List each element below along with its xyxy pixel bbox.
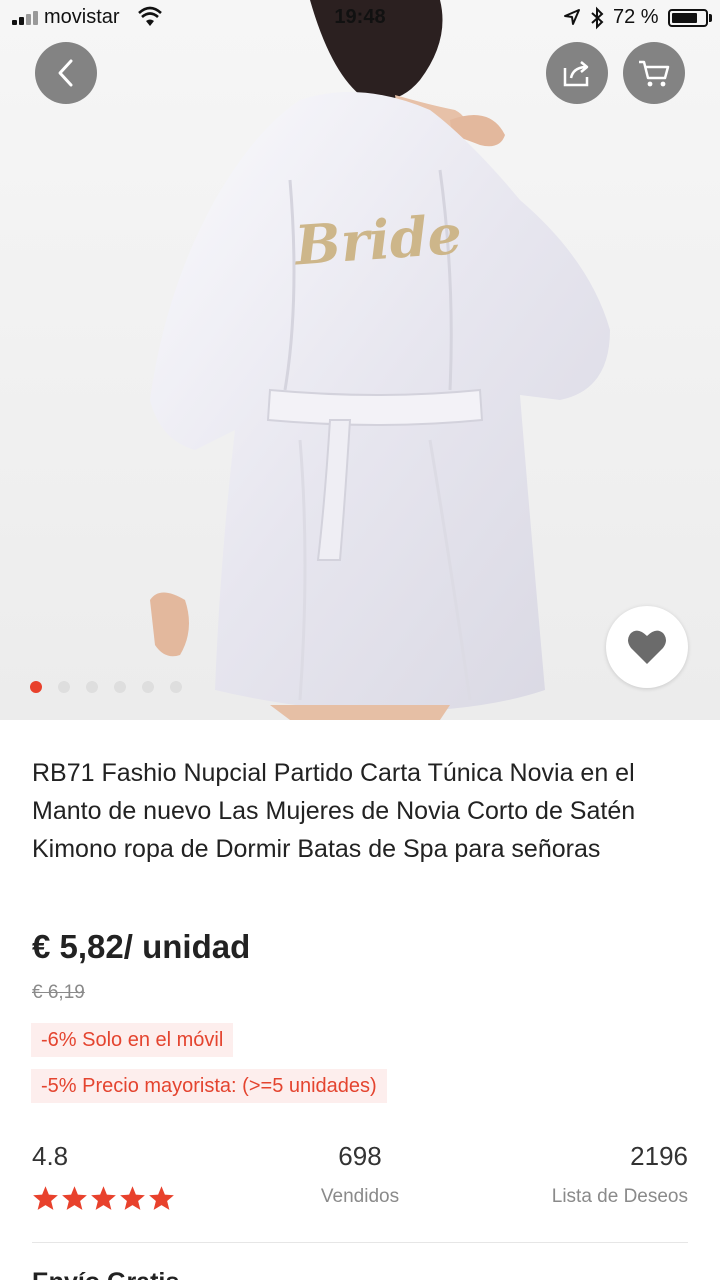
star-icon [61,1185,88,1211]
add-to-wishlist-button[interactable] [606,606,688,688]
rating-value[interactable]: 4.8 [32,1141,68,1172]
original-price: € 6,19 [32,982,85,1003]
section-divider [32,1242,688,1243]
cart-button[interactable] [623,42,685,104]
product-title: RB71 Fashio Nupcial Partido Carta Túnica… [32,759,636,863]
rating-stars[interactable] [32,1185,177,1211]
shipping-heading[interactable]: Envío Gratis [32,1268,179,1280]
carousel-dot[interactable] [86,681,98,693]
carousel-dot[interactable] [142,681,154,693]
product-photo: Bride [0,0,720,720]
carousel-dot[interactable] [58,681,70,693]
wholesale-discount-badge[interactable]: -5% Precio mayorista: (>=5 unidades) [31,1069,387,1103]
mobile-discount-badge: -6% Solo en el móvil [31,1023,234,1057]
robe-print-text: Bride [291,202,464,278]
battery-tip [709,14,712,22]
cart-icon [639,60,670,87]
star-icon [148,1185,175,1211]
back-arrow-icon [58,59,73,87]
bluetooth-icon [589,6,605,35]
location-arrow-icon [563,8,581,31]
image-carousel-indicator[interactable] [30,681,198,693]
battery-percent: 72 % [613,6,659,28]
carousel-dot[interactable] [170,681,182,693]
wishlist-label: Lista de Deseos [551,1186,688,1207]
product-image[interactable]: Bride [0,0,720,720]
battery-icon [668,9,708,27]
status-time: 19:48 [334,6,386,28]
sold-label: Vendidos [320,1186,400,1207]
carousel-dot[interactable] [114,681,126,693]
star-icon [90,1185,117,1211]
product-price: € 5,82/ unidad [32,928,251,965]
status-bar: movistar 19:48 72 % [0,0,720,36]
wishlist-count: 2196 [630,1141,688,1171]
star-icon [32,1185,59,1211]
share-icon [563,61,589,87]
star-icon [119,1185,146,1211]
back-button[interactable] [35,42,97,104]
carousel-dot[interactable] [30,681,42,693]
sold-count: 698 [338,1141,382,1171]
heart-icon [628,630,666,664]
share-button[interactable] [546,42,608,104]
